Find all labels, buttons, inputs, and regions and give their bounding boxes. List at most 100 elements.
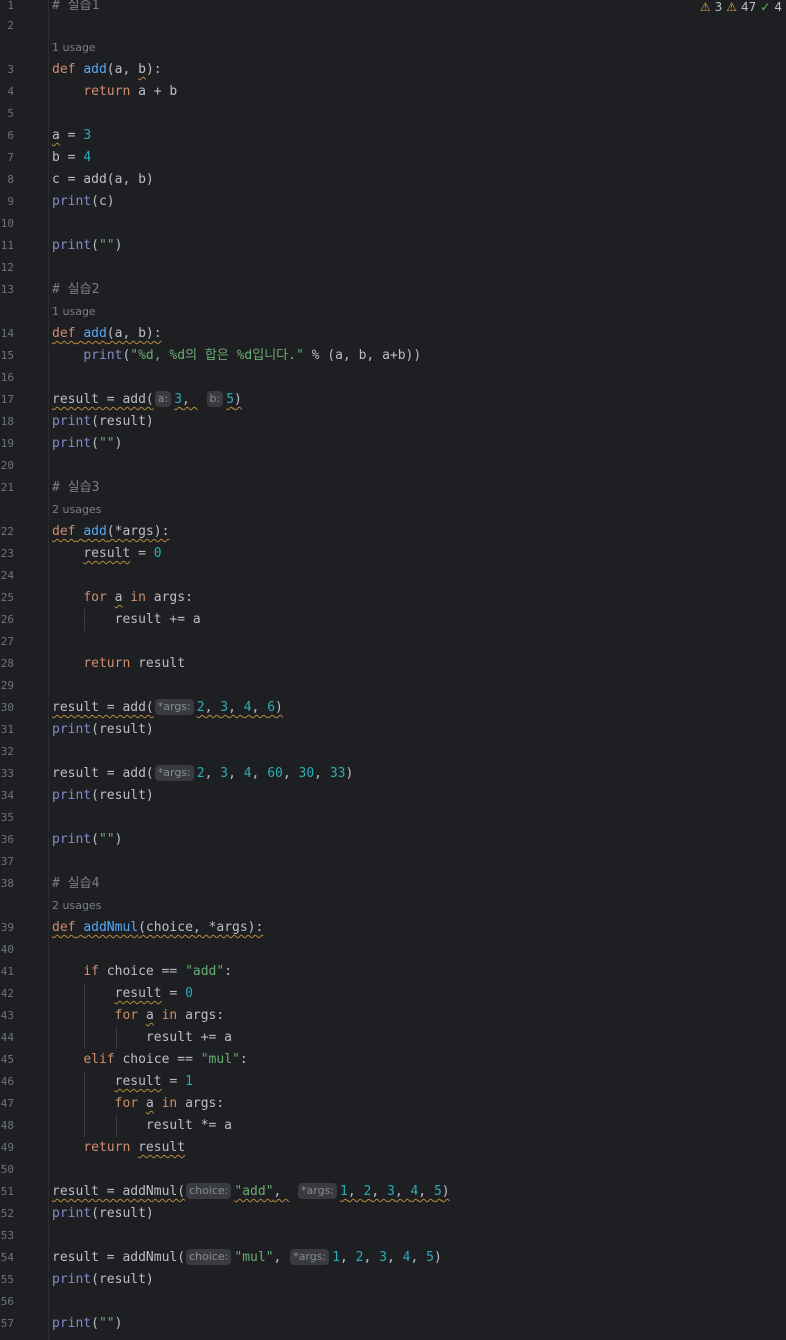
line-number: 2 [7, 19, 14, 32]
code-line[interactable]: 28 return result [0, 653, 786, 675]
indent-guide [116, 1115, 117, 1137]
code-line[interactable]: 12 [0, 257, 786, 279]
code-line[interactable]: 22 def add(*args): [0, 521, 786, 543]
code-line[interactable]: 42 result = 0 [0, 983, 786, 1005]
code-line[interactable]: 35 [0, 807, 786, 829]
line-number: 4 [7, 85, 14, 98]
code-line[interactable]: 14 def add(a, b): [0, 323, 786, 345]
indent-guide [84, 609, 85, 631]
code-line[interactable]: 23 result = 0 [0, 543, 786, 565]
line-number: 42 [0, 987, 14, 1000]
line-number: 32 [0, 745, 14, 758]
usage-hint[interactable]: 2 usages [52, 499, 101, 521]
code-line[interactable]: 9 print(c) [0, 191, 786, 213]
code-line[interactable]: 2 [0, 15, 786, 37]
code-line[interactable]: 21 # 실습3 [0, 477, 786, 499]
code-line[interactable]: 10 [0, 213, 786, 235]
line-number: 49 [0, 1141, 14, 1154]
code-line[interactable]: 17 result = add(a: 3, b: 5) [0, 389, 786, 411]
code-line[interactable]: 11 print("") [0, 235, 786, 257]
code-line[interactable]: 37 [0, 851, 786, 873]
usage-hint[interactable]: 1 usage [52, 37, 96, 59]
code-line[interactable]: 49 return result [0, 1137, 786, 1159]
line-number: 55 [0, 1273, 14, 1286]
code-line[interactable]: 18 print(result) [0, 411, 786, 433]
code-line[interactable]: 25 for a in args: [0, 587, 786, 609]
line-number: 43 [0, 1009, 14, 1022]
code-line[interactable]: 56 [0, 1291, 786, 1313]
code-line[interactable]: 36 print("") [0, 829, 786, 851]
parameter-hint: *args: [298, 1183, 338, 1199]
line-number: 3 [7, 63, 14, 76]
line-number: 23 [0, 547, 14, 560]
parameter-hint: a: [154, 391, 172, 407]
code-line[interactable]: 19 print("") [0, 433, 786, 455]
line-number: 15 [0, 349, 14, 362]
line-number: 24 [0, 569, 14, 582]
line-number: 28 [0, 657, 14, 670]
code-line[interactable]: 5 [0, 103, 786, 125]
code-line[interactable]: 32 [0, 741, 786, 763]
line-number: 19 [0, 437, 14, 450]
line-number: 31 [0, 723, 14, 736]
code-line[interactable]: 40 [0, 939, 786, 961]
code-line[interactable]: 50 [0, 1159, 786, 1181]
line-number: 14 [0, 327, 14, 340]
parameter-hint: b: [206, 391, 224, 407]
line-number: 56 [0, 1295, 14, 1308]
code-line[interactable]: 33 result = add(*args: 2, 3, 4, 60, 30, 3… [0, 763, 786, 785]
code-line[interactable]: 51 result = addNmul(choice: "add", *args:… [0, 1181, 786, 1203]
code-line[interactable]: 3 def add(a, b): [0, 59, 786, 81]
code-line[interactable]: 26 result += a [0, 609, 786, 631]
line-number: 35 [0, 811, 14, 824]
indent-guide [116, 1027, 117, 1049]
parameter-hint: *args: [290, 1249, 330, 1265]
usage-hint[interactable]: 2 usages [52, 895, 101, 917]
code-line[interactable]: 24 [0, 565, 786, 587]
line-number: 8 [7, 173, 14, 186]
code-line[interactable]: 20 [0, 455, 786, 477]
line-number: 54 [0, 1251, 14, 1264]
code-line[interactable]: 47 for a in args: [0, 1093, 786, 1115]
indent-guide [84, 983, 85, 1049]
parameter-hint: *args: [154, 765, 194, 781]
line-number: 48 [0, 1119, 14, 1132]
line-number: 9 [7, 195, 14, 208]
comment: # 실습3 [52, 480, 100, 495]
line-number: 37 [0, 855, 14, 868]
code-line[interactable]: 29 [0, 675, 786, 697]
code-line[interactable]: 16 [0, 367, 786, 389]
line-number: 13 [0, 283, 14, 296]
line-number: 25 [0, 591, 14, 604]
code-line[interactable]: 13 # 실습2 [0, 279, 786, 301]
code-line[interactable]: 46 result = 1 [0, 1071, 786, 1093]
code-line[interactable]: 34 print(result) [0, 785, 786, 807]
code-line[interactable]: 44 result += a [0, 1027, 786, 1049]
code-line[interactable]: 41 if choice == "add": [0, 961, 786, 983]
code-line[interactable]: 4 return a + b [0, 81, 786, 103]
code-line[interactable]: 30 result = add(*args: 2, 3, 4, 6) [0, 697, 786, 719]
code-line[interactable]: 38 # 실습4 [0, 873, 786, 895]
usage-hint[interactable]: 1 usage [52, 301, 96, 323]
code-line[interactable]: 7 b = 4 [0, 147, 786, 169]
code-line[interactable]: 31 print(result) [0, 719, 786, 741]
code-line[interactable]: 48 result *= a [0, 1115, 786, 1137]
code-line[interactable]: 27 [0, 631, 786, 653]
code-line[interactable]: 52 print(result) [0, 1203, 786, 1225]
line-number: 33 [0, 767, 14, 780]
comment: # 실습1 [52, 0, 100, 13]
code-line[interactable]: 39 def addNmul(choice, *args): [0, 917, 786, 939]
line-number: 50 [0, 1163, 14, 1176]
code-line[interactable]: 43 for a in args: [0, 1005, 786, 1027]
code-line[interactable]: 45 elif choice == "mul": [0, 1049, 786, 1071]
code-line[interactable]: 15 print("%d, %d의 합은 %d입니다." % (a, b, a+… [0, 345, 786, 367]
code-line[interactable]: 8 c = add(a, b) [0, 169, 786, 191]
comment: # 실습4 [52, 876, 100, 891]
line-number: 12 [0, 261, 14, 274]
code-line[interactable]: 6 a = 3 [0, 125, 786, 147]
code-line[interactable]: 53 [0, 1225, 786, 1247]
line-number: 18 [0, 415, 14, 428]
code-line[interactable]: 54 result = addNmul(choice: "mul", *args:… [0, 1247, 786, 1269]
code-line[interactable]: 55 print(result) [0, 1269, 786, 1291]
code-line[interactable]: 57 print("") [0, 1313, 786, 1335]
